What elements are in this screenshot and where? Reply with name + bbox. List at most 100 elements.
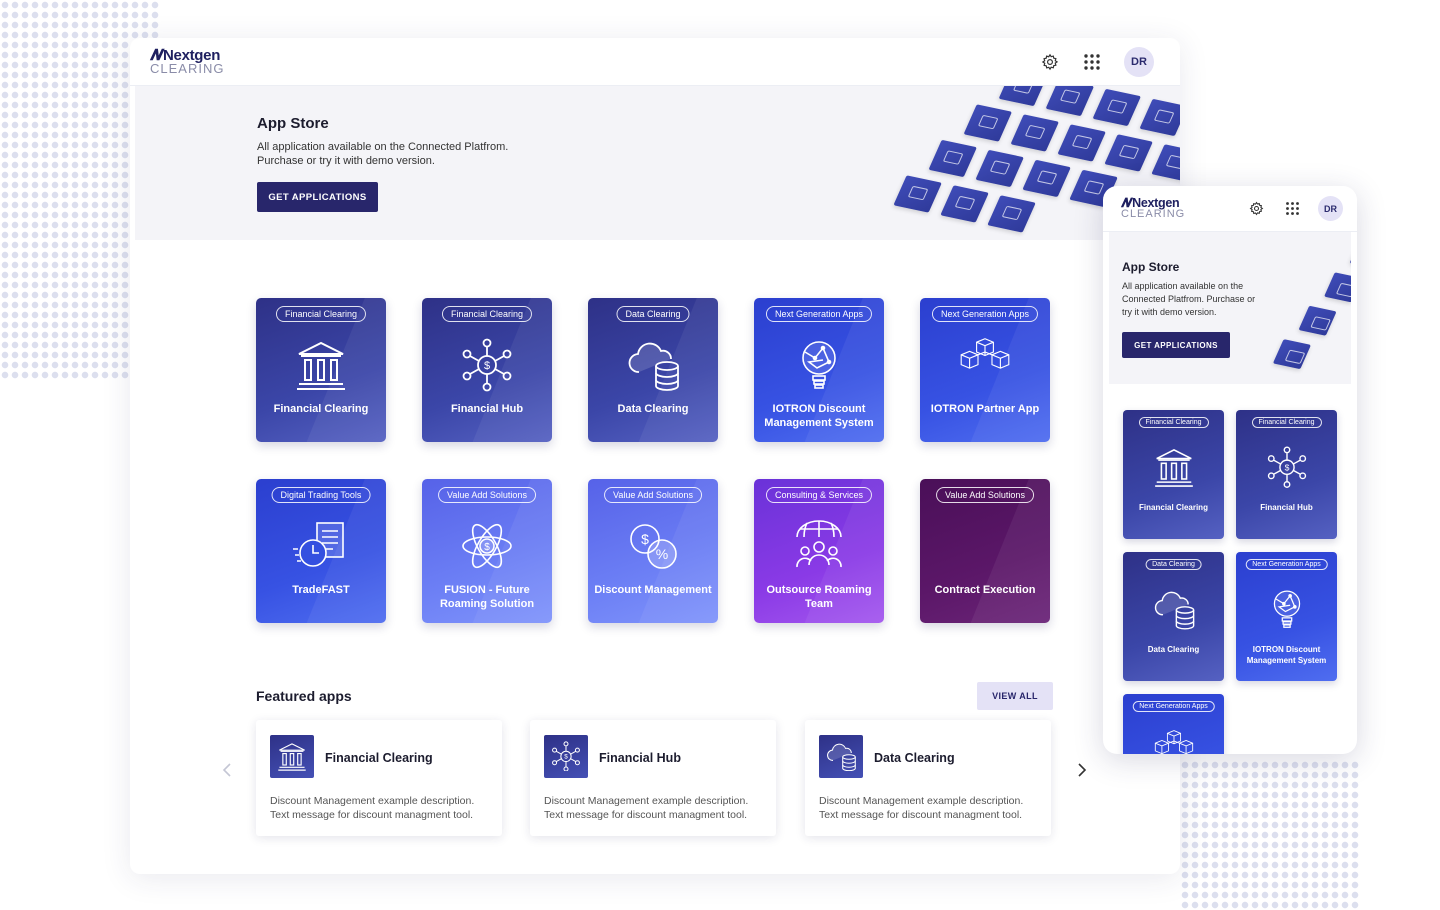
featured-app-title: Financial Hub bbox=[599, 751, 681, 765]
app-tile[interactable]: Next Generation Apps IOTRON Discount Man… bbox=[754, 298, 884, 442]
app-tile[interactable]: Value Add Solutions $ FUSION - Future Ro… bbox=[422, 479, 552, 623]
svg-text:$: $ bbox=[484, 360, 490, 372]
app-tile-name: Discount Management bbox=[594, 584, 712, 596]
app-tile[interactable]: Financial Clearing Financial Clearing bbox=[256, 298, 386, 442]
chevron-left-icon[interactable] bbox=[220, 763, 234, 777]
nextgen-logo[interactable]: 𝑵 Nextgen CLEARING bbox=[1121, 197, 1185, 220]
top-bar: 𝑵 Nextgen CLEARING DR bbox=[130, 38, 1180, 86]
featured-app-card[interactable]: Data Clearing Discount Management exampl… bbox=[805, 720, 1051, 836]
hero-banner: App Store All application available on t… bbox=[135, 86, 1180, 240]
featured-apps-title: Featured apps bbox=[256, 688, 352, 704]
cubes-icon bbox=[1152, 730, 1196, 754]
app-tile-category: Financial Clearing bbox=[1251, 417, 1322, 428]
cloud-database-icon bbox=[1152, 588, 1196, 632]
app-tile-name: IOTRON Partner App bbox=[930, 403, 1040, 415]
app-tile[interactable]: Next Generation Apps IOTRON Partner App bbox=[920, 298, 1050, 442]
app-tile-name: Data Clearing bbox=[617, 403, 689, 415]
app-tile[interactable]: Value Add Solutions $% Discount Manageme… bbox=[588, 479, 718, 623]
app-tile-category: Digital Trading Tools bbox=[271, 487, 371, 503]
mobile-app-tile[interactable]: Financial Clearing Financial Clearing bbox=[1123, 410, 1224, 539]
app-tile-name: TradeFAST bbox=[292, 584, 350, 596]
mobile-app-tile[interactable]: Data Clearing Data Clearing bbox=[1123, 552, 1224, 681]
app-tile-category: Consulting & Services bbox=[765, 487, 873, 503]
nextgen-logo[interactable]: 𝑵 Nextgen CLEARING bbox=[150, 48, 224, 75]
bg-mask bbox=[1360, 760, 1440, 910]
app-tile-category: Financial Clearing bbox=[275, 306, 367, 322]
view-all-button[interactable]: VIEW ALL bbox=[977, 682, 1053, 710]
document-clock-icon bbox=[293, 519, 349, 573]
app-tile-name: Financial Hub bbox=[450, 403, 524, 415]
dollar-percent-icon: $% bbox=[625, 519, 681, 573]
app-tile-category: Next Generation Apps bbox=[1245, 559, 1328, 570]
featured-app-description: Discount Management example description.… bbox=[544, 795, 749, 821]
chevron-right-icon[interactable] bbox=[1075, 763, 1089, 777]
app-tile-name: FUSION - Future Roaming Solution bbox=[439, 584, 535, 610]
bank-icon bbox=[1152, 446, 1196, 490]
hero-description: All application available on the Connect… bbox=[257, 141, 509, 167]
mobile-app-tile[interactable]: Next Generation Apps bbox=[1123, 694, 1224, 754]
svg-text:$: $ bbox=[641, 531, 649, 547]
avatar[interactable]: DR bbox=[1318, 196, 1343, 221]
app-tile-name: Outsource Roaming Team bbox=[766, 584, 872, 610]
page-title: App Store bbox=[257, 115, 329, 132]
mobile-hero-description: All application available on the Connecte… bbox=[1122, 281, 1256, 317]
apps-grid-icon[interactable] bbox=[1282, 199, 1302, 219]
gear-icon[interactable] bbox=[1040, 52, 1060, 72]
bank-icon bbox=[293, 338, 349, 392]
featured-app-card[interactable]: Financial Clearing Discount Management e… bbox=[256, 720, 502, 836]
svg-text:%: % bbox=[656, 546, 668, 562]
globe-bulb-icon bbox=[1265, 588, 1309, 632]
featured-app-card[interactable]: $ Financial Hub Discount Management exam… bbox=[530, 720, 776, 836]
hub-icon: $ bbox=[459, 338, 515, 392]
hub-icon: $ bbox=[1265, 446, 1309, 490]
mobile-window: 𝑵 Nextgen CLEARING DR App Store All appli… bbox=[1103, 186, 1357, 754]
featured-app-title: Financial Clearing bbox=[325, 751, 433, 765]
app-tile-name: IOTRON Discount Management System bbox=[1246, 645, 1327, 665]
atom-dollar-icon: $ bbox=[459, 519, 515, 573]
app-tile-category: Financial Clearing bbox=[441, 306, 533, 322]
app-tile[interactable]: Value Add Solutions Contract Execution bbox=[920, 479, 1050, 623]
app-tile-category: Next Generation Apps bbox=[765, 306, 873, 322]
app-tile-name: Financial Hub bbox=[1260, 503, 1313, 512]
app-tile-category: Next Generation Apps bbox=[1132, 701, 1215, 712]
app-tile-category: Next Generation Apps bbox=[931, 306, 1039, 322]
cloud-database-icon bbox=[625, 338, 681, 392]
get-applications-button[interactable]: GET APPLICATIONS bbox=[1122, 332, 1230, 358]
cloud-database-icon bbox=[819, 735, 863, 778]
cubes-icon bbox=[957, 338, 1013, 392]
gear-icon[interactable] bbox=[1246, 199, 1266, 219]
mobile-app-tile[interactable]: Financial Clearing $ Financial Hub bbox=[1236, 410, 1337, 539]
app-tile[interactable]: Financial Clearing $ Financial Hub bbox=[422, 298, 552, 442]
featured-app-description: Discount Management example description.… bbox=[819, 795, 1024, 821]
app-tile-name: Data Clearing bbox=[1147, 645, 1200, 654]
app-tile-category: Data Clearing bbox=[616, 306, 690, 322]
app-tile[interactable]: Data Clearing Data Clearing bbox=[588, 298, 718, 442]
app-tile-category: Financial Clearing bbox=[1138, 417, 1209, 428]
app-tile-name: Contract Execution bbox=[934, 584, 1036, 596]
app-tile-name: Financial Clearing bbox=[273, 403, 369, 415]
mobile-hero-banner: App Store All application available on t… bbox=[1109, 232, 1351, 384]
app-tile-category: Value Add Solutions bbox=[438, 487, 536, 503]
app-tile-category: Data Clearing bbox=[1145, 559, 1202, 570]
featured-app-title: Data Clearing bbox=[874, 751, 955, 765]
mobile-page-title: App Store bbox=[1122, 260, 1180, 274]
app-tile[interactable]: Digital Trading Tools TradeFAST bbox=[256, 479, 386, 623]
mobile-app-tile[interactable]: Next Generation Apps IOTRON Discount Man… bbox=[1236, 552, 1337, 681]
get-applications-button[interactable]: GET APPLICATIONS bbox=[257, 182, 378, 212]
app-tile[interactable]: Consulting & Services Outsource Roaming … bbox=[754, 479, 884, 623]
svg-text:$: $ bbox=[484, 542, 490, 553]
app-tile-name: Financial Clearing bbox=[1139, 503, 1208, 512]
featured-app-description: Discount Management example description.… bbox=[270, 795, 475, 821]
decorative-app-tiles bbox=[1272, 232, 1351, 384]
app-tile-category: Value Add Solutions bbox=[936, 487, 1034, 503]
app-tile-category: Value Add Solutions bbox=[604, 487, 702, 503]
hub-icon: $ bbox=[544, 735, 588, 778]
svg-text:$: $ bbox=[564, 753, 568, 760]
team-globe-icon bbox=[791, 519, 847, 573]
svg-text:$: $ bbox=[1284, 462, 1289, 472]
apps-grid-icon[interactable] bbox=[1082, 52, 1102, 72]
mobile-top-bar: 𝑵 Nextgen CLEARING DR bbox=[1103, 186, 1357, 232]
bank-icon bbox=[270, 735, 314, 778]
app-tile-name: IOTRON Discount Management System bbox=[764, 403, 874, 429]
avatar[interactable]: DR bbox=[1124, 46, 1154, 77]
